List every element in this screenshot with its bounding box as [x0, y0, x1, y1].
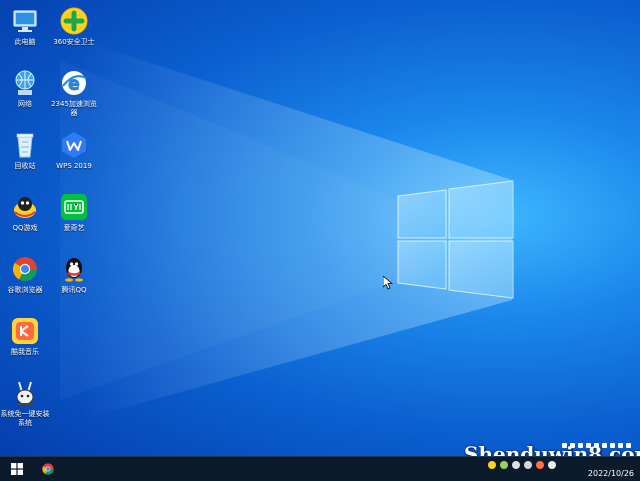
wps-icon [62, 132, 86, 158]
desktop-icon-recycle-bin[interactable]: 回收站 [0, 126, 50, 171]
desktop-icon-label: 回收站 [14, 162, 36, 170]
desktop-icon-this-pc[interactable]: 此电脑 [0, 2, 50, 47]
input-method-tray-icon[interactable] [548, 461, 556, 469]
mouse-cursor-icon [383, 276, 393, 290]
desktop-icon-kuwo-music[interactable]: 酷我音乐 [0, 312, 50, 357]
windows-start-icon [11, 463, 23, 475]
chrome-icon [12, 257, 38, 282]
installer-icon [16, 381, 34, 405]
desktop-icon-grid: 此电脑 网络 回收站 QQ游戏 谷歌浏览器 酷我音乐 系统免一键安装系统 360… [0, 0, 100, 456]
desktop-icon-label: 网络 [18, 100, 32, 108]
network-icon [15, 70, 35, 95]
desktop-icon-chrome[interactable]: 谷歌浏览器 [0, 250, 50, 295]
kuwo-music-icon [12, 318, 38, 344]
taskbar: 2022/10/26 [0, 456, 640, 481]
desktop-icon-2345-browser[interactable]: e 2345加速浏览器 [49, 64, 99, 118]
desktop-icon-label: 360安全卫士 [53, 38, 95, 46]
360-security-icon [60, 7, 88, 35]
desktop-icon-label: 2345加速浏览器 [51, 100, 97, 117]
desktop-icon-network[interactable]: 网络 [0, 64, 50, 109]
watermark-decoration [562, 440, 636, 450]
desktop-icon-label: 此电脑 [14, 38, 36, 46]
desktop-icon-iqiyi[interactable]: 爱奇艺 [49, 188, 99, 233]
desktop-icon-tencent-qq[interactable]: 腾讯QQ [49, 250, 99, 295]
desktop: 此电脑 网络 回收站 QQ游戏 谷歌浏览器 酷我音乐 系统免一键安装系统 360… [0, 0, 640, 456]
speaker-tray-icon[interactable] [512, 461, 520, 469]
qq-game-icon [14, 197, 36, 218]
network-tray-icon[interactable] [524, 461, 532, 469]
taskbar-clock[interactable]: 2022/10/26 [588, 469, 634, 479]
taskbar-chrome-button[interactable] [34, 457, 62, 481]
desktop-icon-qq-game[interactable]: QQ游戏 [0, 188, 50, 233]
security-tray-icon[interactable] [536, 461, 544, 469]
qq-icon [65, 258, 83, 282]
360-tray-icon[interactable] [488, 461, 496, 469]
system-tray: 2022/10/26 [480, 457, 640, 481]
computer-icon [13, 10, 37, 32]
shield-tray-icon[interactable] [500, 461, 508, 469]
desktop-icon-label: QQ游戏 [12, 224, 38, 232]
desktop-icon-label: WPS 2019 [56, 162, 92, 170]
desktop-icon-installer[interactable]: 系统免一键安装系统 [0, 374, 50, 428]
desktop-icon-label: 酷我音乐 [11, 348, 39, 356]
desktop-icon-label: 腾讯QQ [61, 286, 87, 294]
start-button[interactable] [0, 457, 34, 481]
tray-icon-group [488, 460, 556, 470]
desktop-icon-360-security[interactable]: 360安全卫士 [49, 2, 99, 47]
recycle-bin-icon [16, 133, 34, 158]
iqiyi-icon [61, 194, 87, 220]
desktop-icon-wps[interactable]: WPS 2019 [49, 126, 99, 171]
desktop-icon-label: 爱奇艺 [63, 224, 85, 232]
ie-browser-icon: e [62, 71, 87, 95]
chrome-icon [42, 463, 54, 475]
desktop-icon-label: 谷歌浏览器 [7, 286, 43, 294]
desktop-icon-label: 系统免一键安装系统 [0, 410, 50, 427]
